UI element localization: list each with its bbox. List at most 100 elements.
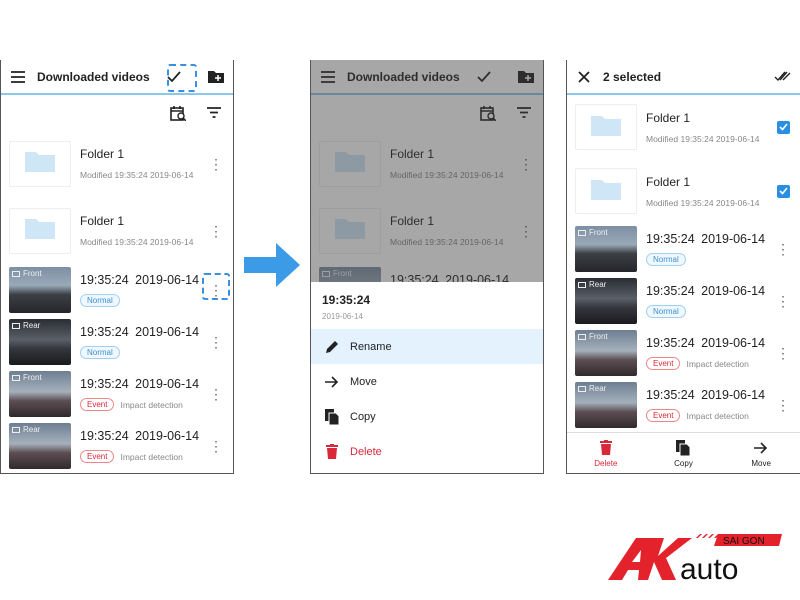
svg-text:SAI GON: SAI GON [723,536,765,547]
close-icon[interactable] [575,68,593,86]
camera-label: Front [12,269,42,278]
item-info: Folder 1 Modified 19:35:24 2019-06-14 [646,111,777,144]
video-row[interactable]: Rear 19:35:24 2019-06-14 Normal ⋮ [1,316,233,368]
item-title: 19:35:24 2019-06-14 [80,429,200,443]
sheet-time: 19:35:24 [322,293,371,307]
menu-item-delete[interactable]: Delete [311,434,543,469]
highlight-check [167,64,197,92]
calendar-search-icon[interactable] [169,104,187,122]
video-row[interactable]: Front19:35:24 2019-06-14Normal⋮ [567,223,800,275]
folder-thumbnail [9,207,71,254]
arrow-right-icon [244,243,300,287]
status-badge: Normal [80,346,120,359]
folder-thumbnail [575,104,637,150]
file-list: Folder 1 Modified 19:35:24 2019-06-14 Fold… [567,95,800,431]
video-row[interactable]: Rear 19:35:24 2019-06-14 Normal ⋮ [567,275,800,327]
copy-icon [674,439,692,457]
more-options-icon[interactable]: ⋮ [776,398,790,412]
video-row[interactable]: Front 19:35:24 2019-06-14 Event Impact dete… [567,327,800,379]
screen-selection: 2 selected Folder 1 Modified 19:35:24 201… [566,60,800,474]
trash-icon [597,439,615,457]
more-options-icon[interactable]: ⋮ [209,335,223,349]
video-row[interactable]: Front19:35:24 2019-06-14Normal⋮ [1,264,233,316]
item-subtitle: Event Impact detection [80,450,209,463]
item-info: 19:35:24 2019-06-14 Event Impact detection [80,377,209,411]
camera-label: Rear [12,425,40,434]
camera-name: Rear [23,321,41,330]
item-info: 19:35:24 2019-06-14 Event Impact detection [646,336,776,370]
status-badge: Normal [646,305,686,318]
camera-label: Front [578,228,608,237]
checkbox-checked[interactable] [777,184,790,198]
button-label: Delete [594,458,618,468]
copy-button[interactable]: Copy [653,439,713,468]
video-row[interactable]: Rear 19:35:24 2019-06-14 Event Impact detec… [567,379,800,431]
status-badge: Normal [646,253,686,266]
folder-row[interactable]: Folder 1 Modified 19:35:24 2019-06-14 ⋮ [1,197,233,264]
camera-icon [12,322,20,329]
camera-icon [578,333,586,340]
svg-text:auto: auto [680,553,738,584]
item-title: 19:35:24 2019-06-14 [646,284,766,298]
checkbox-checked[interactable] [777,120,790,134]
modified-date: Modified 19:35:24 2019-06-14 [80,170,194,180]
camera-name: Front [589,228,608,237]
screen-downloaded-videos: Downloaded videos Folder 1 Modified 19:35… [0,60,234,474]
select-all-icon[interactable] [774,68,792,86]
item-subtitle: Modified 19:35:24 2019-06-14 [646,198,777,208]
more-options-icon[interactable]: ⋮ [776,346,790,360]
item-subtitle: Normal [646,253,776,266]
status-badge: Event [646,409,681,422]
camera-label: Rear [578,384,606,393]
folder-row[interactable]: Folder 1 Modified 19:35:24 2019-06-14 [567,159,800,223]
video-thumbnail: Rear [9,319,71,365]
move-button[interactable]: Move [731,439,791,468]
more-options-icon[interactable]: ⋮ [209,439,223,453]
folder-icon [591,178,621,205]
item-title: Folder 1 [646,174,691,189]
menu-icon[interactable] [9,68,27,86]
app-bar: Downloaded videos [1,60,233,95]
item-info: Folder 1 Modified 19:35:24 2019-06-14 [80,147,209,180]
more-options-icon[interactable]: ⋮ [209,387,223,401]
video-thumbnail: Front [575,226,637,272]
item-title: Folder 1 [80,214,125,228]
camera-name: Rear [23,425,41,434]
ak-auto-logo: SAI GON auto [608,534,782,584]
toolbar [1,95,233,130]
page-title: Downloaded videos [37,69,150,84]
video-thumbnail: Rear [575,278,637,324]
item-title: 19:35:24 2019-06-14 [80,325,200,339]
filter-icon[interactable] [205,104,223,122]
new-folder-icon[interactable] [207,68,225,86]
item-subtitle: Normal [80,294,209,307]
modified-date: Modified 19:35:24 2019-06-14 [646,133,760,144]
video-row[interactable]: Front 19:35:24 2019-06-14 Event Impact dete… [1,368,233,420]
camera-icon [578,385,586,392]
camera-icon [578,281,586,288]
menu-item-label: Move [350,375,377,388]
selection-count: 2 selected [603,69,662,84]
more-options-icon[interactable]: ⋮ [776,242,790,256]
item-title: 19:35:24 2019-06-14 [646,336,766,350]
delete-button[interactable]: Delete [576,439,636,468]
item-title: 19:35:24 2019-06-14 [80,377,200,391]
item-subtitle: Modified 19:35:24 2019-06-14 [80,170,209,180]
item-info: 19:35:24 2019-06-14 Normal [80,325,209,359]
more-options-icon[interactable]: ⋮ [209,224,223,238]
folder-row[interactable]: Folder 1 Modified 19:35:24 2019-06-14 [567,95,800,159]
more-options-icon[interactable]: ⋮ [209,157,223,171]
folder-icon [591,114,621,141]
item-info: Folder 1 Modified 19:35:24 2019-06-14 [646,175,777,208]
file-list: Folder 1 Modified 19:35:24 2019-06-14 ⋮ Fol… [1,130,233,472]
event-note: Impact detection [120,451,183,462]
button-label: Copy [674,458,693,468]
camera-name: Front [23,269,42,278]
bottom-action-bar: Delete Copy Move [567,432,800,473]
menu-item-copy[interactable]: Copy [311,399,543,434]
more-options-icon[interactable]: ⋮ [776,294,790,308]
menu-item-rename[interactable]: Rename [311,329,543,364]
menu-item-move[interactable]: Move [311,364,543,399]
folder-row[interactable]: Folder 1 Modified 19:35:24 2019-06-14 ⋮ [1,130,233,197]
video-row[interactable]: Rear 19:35:24 2019-06-14 Event Impact detec… [1,420,233,472]
